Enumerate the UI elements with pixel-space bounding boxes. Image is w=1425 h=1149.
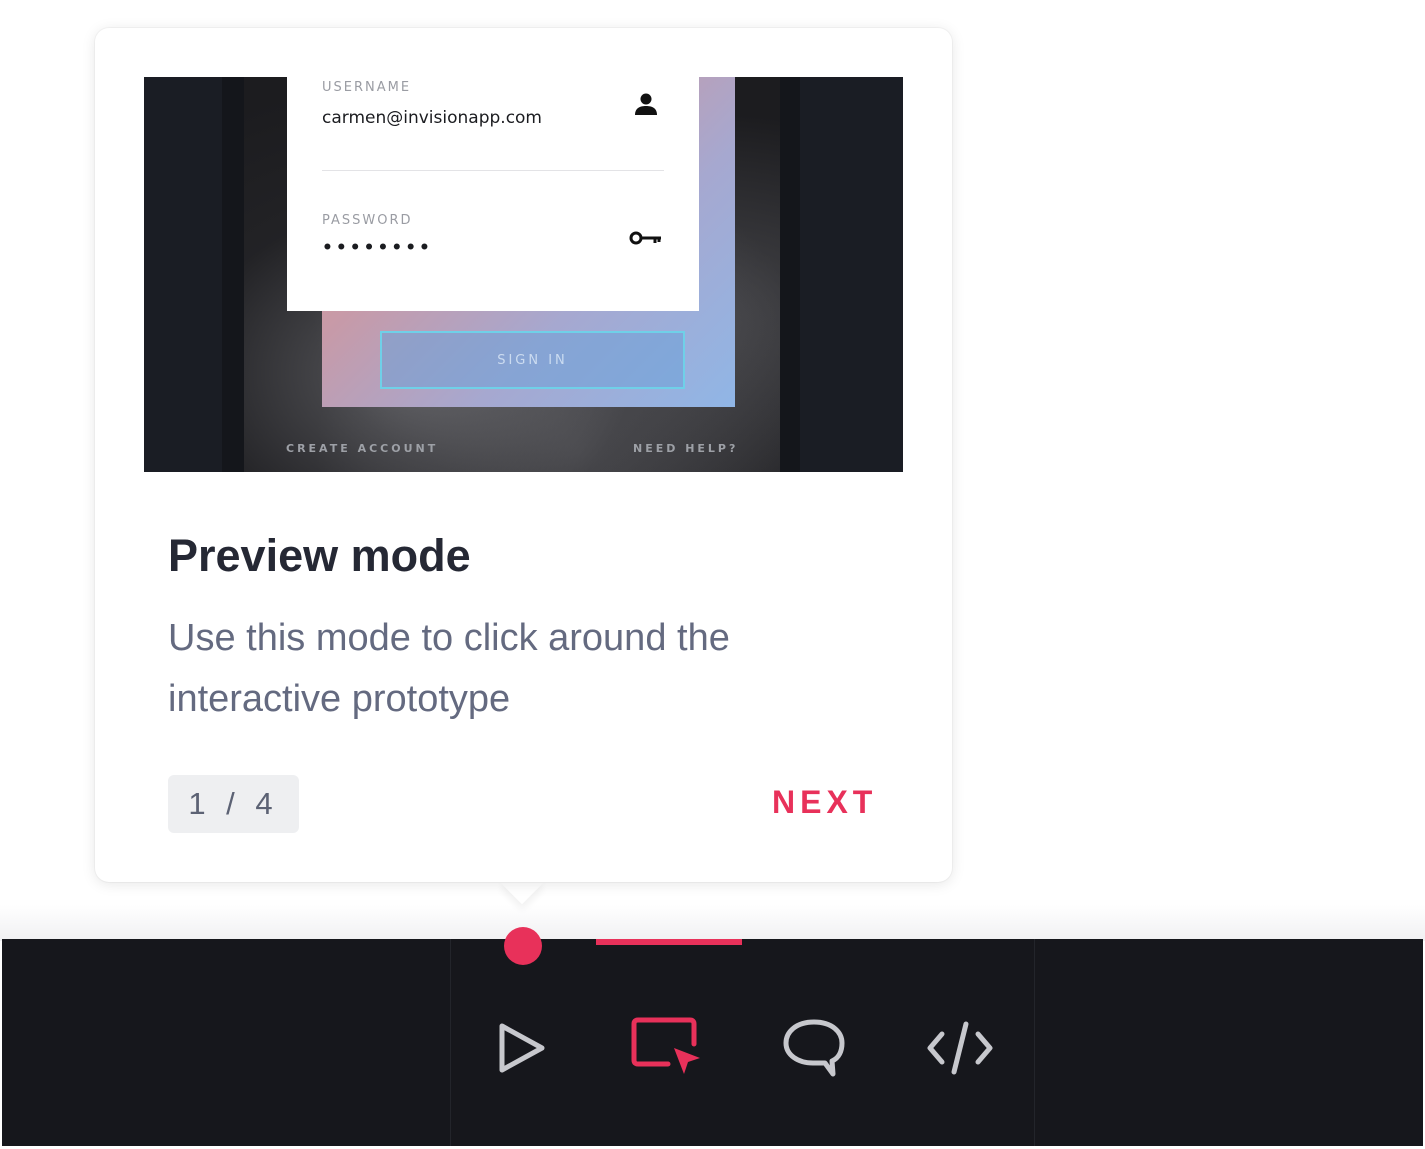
tour-progress-dot — [504, 927, 542, 965]
key-icon — [629, 231, 661, 245]
sign-in-button: SIGN IN — [380, 331, 685, 389]
preview-mode-button[interactable] — [628, 1010, 704, 1086]
inspect-mode-button[interactable] — [922, 1010, 998, 1086]
password-value: •••••••• — [322, 238, 433, 258]
create-account-link: CREATE ACCOUNT — [286, 442, 439, 455]
phone-bezel-left — [222, 77, 244, 472]
password-label: PASSWORD — [322, 213, 413, 228]
toolbar-divider-right — [1034, 939, 1035, 1146]
user-icon — [635, 93, 657, 115]
phone-bezel-right — [780, 77, 800, 472]
step-counter: 1 / 4 — [168, 775, 299, 833]
tooltip-title: Preview mode — [168, 530, 471, 581]
comment-icon — [783, 1019, 845, 1077]
username-label: USERNAME — [322, 80, 412, 95]
preview-cursor-icon — [631, 1017, 700, 1074]
need-help-link: NEED HELP? — [633, 442, 739, 455]
preview-illustration: USERNAME carmen@invisionapp.com PASSWORD… — [144, 77, 903, 472]
tooltip-pointer-mask — [490, 858, 554, 882]
username-value: carmen@invisionapp.com — [322, 108, 542, 128]
comment-mode-button[interactable] — [776, 1010, 852, 1086]
next-button[interactable]: NEXT — [772, 784, 877, 821]
play-icon — [499, 1023, 545, 1073]
toolbar-divider-left — [450, 939, 451, 1146]
username-underline — [322, 170, 664, 171]
login-form-card: USERNAME carmen@invisionapp.com PASSWORD… — [287, 77, 699, 311]
code-icon — [927, 1021, 993, 1075]
mode-toolbar — [2, 939, 1423, 1146]
play-mode-button[interactable] — [484, 1010, 560, 1086]
toolbar-shadow — [0, 905, 1425, 941]
active-mode-indicator — [596, 939, 742, 945]
tooltip-description: Use this mode to click around the intera… — [168, 617, 730, 720]
